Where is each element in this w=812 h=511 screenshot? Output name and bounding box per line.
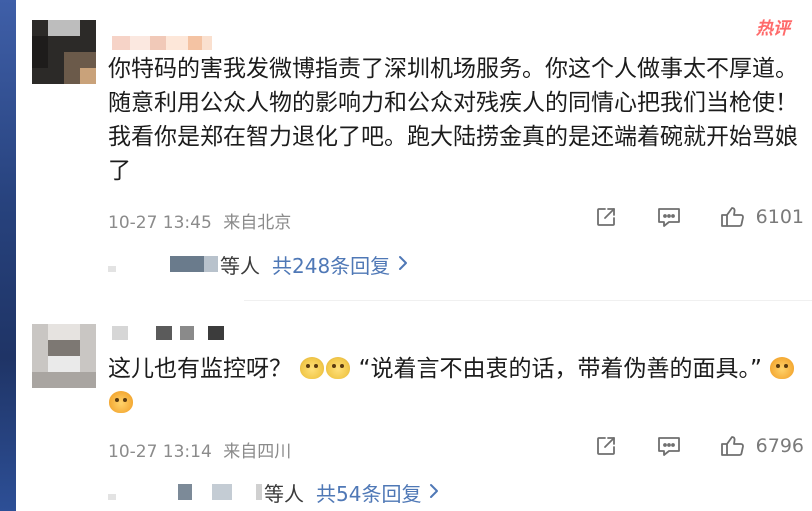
comment-location: 来自北京 — [223, 213, 292, 233]
comment-date: 10-27 13:45 — [108, 213, 212, 233]
replier-suffix: 等人 — [264, 481, 304, 506]
reply-count: 共248条回复 — [272, 253, 391, 278]
share-icon — [594, 205, 618, 229]
comment-list: 热评 你特码的害我发微博指责了深圳机场服务。你这个人做事太不厚道。随意利用公众人… — [16, 0, 812, 511]
like-button[interactable]: 6101 — [720, 205, 804, 229]
username[interactable] — [112, 36, 212, 50]
thumbs-up-icon — [720, 434, 746, 458]
share-icon — [594, 434, 618, 458]
comment-actions: 6796 — [594, 434, 812, 458]
reply-button[interactable] — [656, 434, 682, 458]
chevron-right-icon — [390, 252, 408, 276]
tears-emoji-icon — [770, 357, 795, 379]
comment-text-part: 这儿也有监控呀？ — [108, 356, 292, 382]
share-button[interactable] — [594, 434, 618, 458]
username[interactable] — [112, 326, 224, 340]
replier-suffix: 等人 — [220, 253, 260, 278]
avatar[interactable] — [32, 324, 96, 388]
comment-item: 这儿也有监控呀？ “说着言不由衷的话，带着伪善的面具。” 10-27 13:14… — [16, 300, 812, 511]
view-replies-link[interactable]: 共54条回复 — [316, 478, 439, 507]
hot-comment-badge: 热评 — [756, 19, 790, 39]
view-replies-link[interactable]: 共248条回复 — [272, 250, 408, 279]
reply-count: 共54条回复 — [316, 481, 422, 506]
replier-names — [108, 484, 262, 500]
comment-icon — [656, 434, 682, 458]
comment-text: 这儿也有监控呀？ “说着言不由衷的话，带着伪善的面具。” — [108, 352, 798, 420]
tears-emoji-icon — [109, 391, 133, 413]
replier-names — [108, 256, 218, 272]
comment-text-quote: “说着言不由衷的话，带着伪善的面具。” — [358, 356, 762, 382]
replies-summary[interactable]: 等人 共54条回复 — [108, 478, 439, 506]
comment-actions: 6101 — [594, 205, 812, 229]
comment-icon — [656, 205, 682, 229]
doge-emoji-icon — [326, 357, 351, 379]
replies-summary[interactable]: 等人 共248条回复 — [108, 250, 408, 278]
comment-item: 热评 你特码的害我发微博指责了深圳机场服务。你这个人做事太不厚道。随意利用公众人… — [16, 0, 812, 300]
comment-meta: 10-27 13:14 来自四川 — [108, 437, 291, 462]
comment-meta: 10-27 13:45 来自北京 — [108, 208, 291, 233]
comment-location: 来自四川 — [223, 442, 292, 462]
share-button[interactable] — [594, 205, 618, 229]
like-count: 6101 — [755, 206, 804, 228]
thumbs-up-icon — [720, 205, 746, 229]
doge-emoji-icon — [300, 357, 325, 379]
like-button[interactable]: 6796 — [720, 434, 804, 458]
chevron-right-icon — [421, 480, 439, 504]
comment-text: 你特码的害我发微博指责了深圳机场服务。你这个人做事太不厚道。随意利用公众人物的影… — [108, 56, 798, 184]
background-window-edge — [0, 0, 16, 511]
comment-date: 10-27 13:14 — [108, 442, 212, 462]
like-count: 6796 — [755, 435, 804, 457]
avatar[interactable] — [32, 20, 96, 84]
reply-button[interactable] — [656, 205, 682, 229]
